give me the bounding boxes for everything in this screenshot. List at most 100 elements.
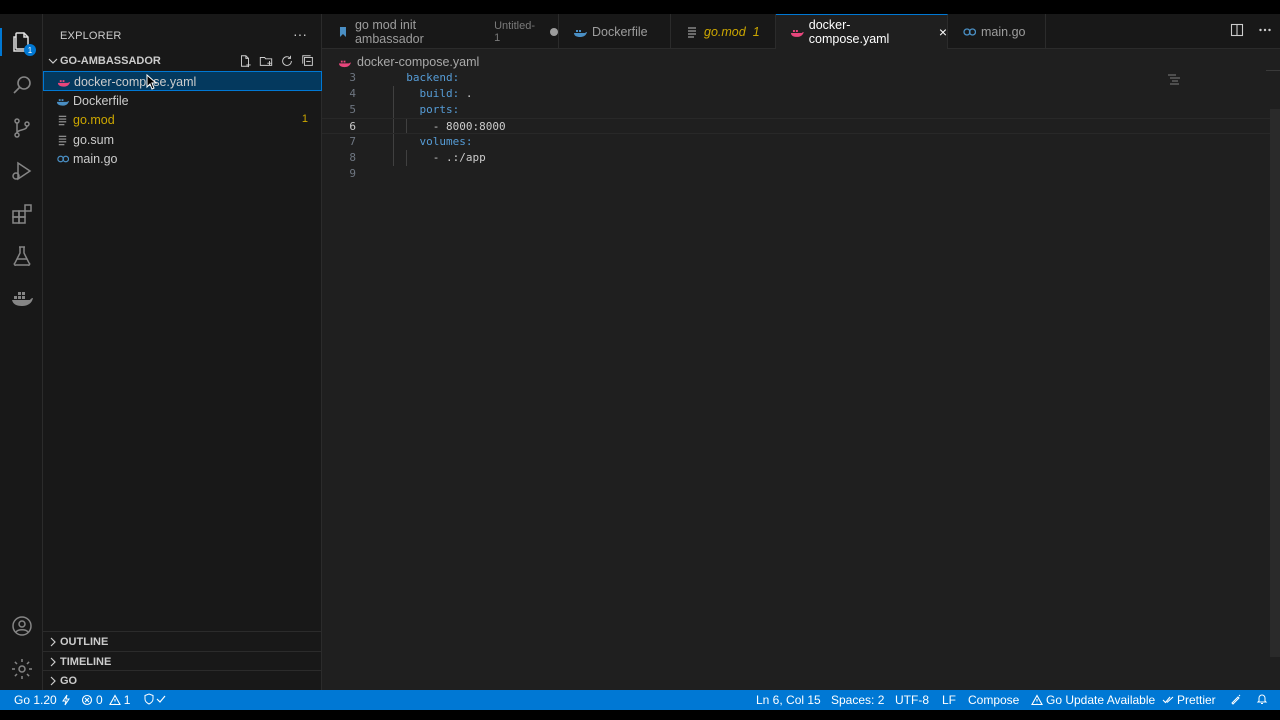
panel-title: OUTLINE bbox=[60, 636, 109, 648]
prettier-status[interactable]: Prettier bbox=[1162, 693, 1216, 707]
code-line-current: 6 - 8000:8000 bbox=[322, 118, 1280, 134]
tab-go-mod[interactable]: go.mod 1 bbox=[671, 14, 776, 49]
extensions-icon[interactable] bbox=[0, 196, 43, 232]
editor-tab-bar: go mod init ambassador Untitled-1 Docker… bbox=[322, 14, 1280, 49]
shield-icon bbox=[144, 693, 154, 705]
folder-header[interactable]: GO-AMBASSADOR bbox=[43, 52, 322, 70]
tab-dockerfile[interactable]: Dockerfile bbox=[559, 14, 671, 49]
explorer-title: EXPLORER bbox=[60, 30, 122, 42]
search-icon[interactable] bbox=[0, 67, 43, 103]
code-line: 8 - .:/app bbox=[322, 150, 1280, 166]
testing-icon[interactable] bbox=[0, 238, 43, 274]
file-lines-icon bbox=[688, 26, 696, 38]
eol-status[interactable]: LF bbox=[942, 693, 956, 707]
close-icon[interactable]: × bbox=[939, 24, 947, 40]
file-name: go.mod bbox=[73, 113, 115, 127]
collapse-all-icon[interactable] bbox=[300, 53, 316, 69]
line-number: 3 bbox=[349, 71, 356, 84]
yaml-value: - .:/app bbox=[432, 151, 486, 164]
file-item-dockerfile[interactable]: Dockerfile bbox=[43, 91, 322, 111]
outline-panel-header[interactable]: OUTLINE bbox=[43, 631, 322, 651]
yaml-value: - 8000:8000 bbox=[432, 120, 506, 133]
error-count: 0 bbox=[96, 693, 103, 707]
double-check-icon bbox=[1162, 696, 1174, 704]
tab-label: go.mod bbox=[704, 24, 746, 39]
encoding-status[interactable]: UTF-8 bbox=[895, 693, 929, 707]
source-control-icon[interactable] bbox=[0, 110, 43, 146]
more-actions-icon[interactable] bbox=[1258, 23, 1272, 40]
docker-icon bbox=[56, 99, 69, 106]
folder-name: GO-AMBASSADOR bbox=[60, 55, 161, 67]
status-bar: Go 1.20 0 1 Ln 6, Col 15 Spaces: 2 UTF-8… bbox=[0, 690, 1280, 710]
yaml-value: . bbox=[459, 87, 473, 100]
settings-gear-icon[interactable] bbox=[0, 651, 43, 687]
file-name: go.sum bbox=[73, 133, 114, 147]
file-name: main.go bbox=[73, 152, 118, 166]
tab-untitled[interactable]: go mod init ambassador Untitled-1 bbox=[322, 14, 559, 49]
docker-icon[interactable] bbox=[0, 280, 43, 316]
language-mode-status[interactable]: Compose bbox=[968, 693, 1019, 707]
line-number: 4 bbox=[349, 87, 356, 100]
tab-docker-compose[interactable]: docker-compose.yaml × bbox=[776, 14, 948, 49]
unsaved-dot-icon bbox=[550, 27, 559, 36]
explorer-badge: 1 bbox=[24, 44, 36, 56]
tab-label: docker-compose.yaml bbox=[808, 18, 890, 46]
new-folder-icon[interactable] bbox=[258, 53, 274, 69]
more-actions-icon[interactable]: ··· bbox=[293, 26, 307, 42]
code-editor[interactable]: docker-compose.yaml 3 backend: 4 build: … bbox=[322, 49, 1280, 690]
yaml-key: volumes: bbox=[419, 135, 473, 148]
new-file-icon[interactable] bbox=[237, 53, 253, 69]
line-number: 8 bbox=[349, 151, 356, 164]
warning-count: 1 bbox=[123, 693, 131, 707]
line-number: 7 bbox=[349, 135, 356, 148]
line-number: 6 bbox=[349, 120, 356, 133]
split-editor-icon[interactable] bbox=[1230, 23, 1244, 40]
file-item-docker-compose[interactable]: docker-compose.yaml bbox=[43, 71, 322, 91]
breadcrumb[interactable]: docker-compose.yaml bbox=[338, 55, 479, 69]
yaml-key: build: bbox=[419, 87, 460, 100]
lightning-icon bbox=[61, 694, 70, 706]
account-icon[interactable] bbox=[0, 608, 43, 644]
mouse-cursor-icon bbox=[146, 74, 158, 90]
bookmark-icon bbox=[339, 26, 346, 37]
docker-icon bbox=[574, 29, 587, 37]
file-lines-icon bbox=[58, 135, 67, 146]
chevron-right-icon bbox=[50, 657, 56, 667]
go-update-status[interactable]: Go Update Available bbox=[1031, 693, 1155, 707]
panel-title: TIMELINE bbox=[60, 656, 112, 668]
vertical-scrollbar[interactable] bbox=[1270, 109, 1280, 657]
minimap-icon[interactable] bbox=[1167, 73, 1181, 85]
run-debug-icon[interactable] bbox=[0, 153, 43, 189]
live-share-status[interactable] bbox=[1230, 693, 1242, 705]
file-name: docker-compose.yaml bbox=[74, 75, 197, 89]
explorer-sidebar: EXPLORER ··· GO-AMBASSADOR docker-compos… bbox=[43, 14, 322, 690]
line-number: 9 bbox=[349, 167, 356, 180]
file-item-go-sum[interactable]: go.sum bbox=[43, 130, 322, 150]
line-number: 5 bbox=[349, 103, 356, 116]
go-version-status[interactable]: Go 1.20 bbox=[14, 693, 72, 707]
window-bottom-bar bbox=[0, 710, 1280, 720]
cursor-position-status[interactable]: Ln 6, Col 15 bbox=[756, 693, 821, 707]
tab-description: Untitled-1 bbox=[494, 19, 536, 44]
refresh-icon[interactable] bbox=[279, 53, 295, 69]
files-icon[interactable]: 1 bbox=[0, 24, 43, 60]
activity-bar: 1 bbox=[0, 14, 43, 690]
tab-label: main.go bbox=[981, 24, 1026, 39]
code-line: 3 backend: bbox=[322, 70, 1280, 86]
tab-main-go[interactable]: main.go bbox=[948, 14, 1046, 49]
timeline-panel-header[interactable]: TIMELINE bbox=[43, 651, 322, 671]
indentation-status[interactable]: Spaces: 2 bbox=[831, 693, 884, 707]
code-line: 4 build: . bbox=[322, 86, 1280, 102]
notifications-status[interactable] bbox=[1256, 693, 1268, 705]
problems-status[interactable]: 0 1 bbox=[81, 693, 130, 707]
chevron-down-icon bbox=[48, 58, 58, 64]
file-item-go-mod[interactable]: go.mod 1 bbox=[43, 110, 322, 130]
shield-check-status[interactable] bbox=[143, 693, 167, 705]
go-panel-header[interactable]: GO bbox=[43, 670, 322, 690]
file-item-main-go[interactable]: main.go bbox=[43, 149, 322, 169]
